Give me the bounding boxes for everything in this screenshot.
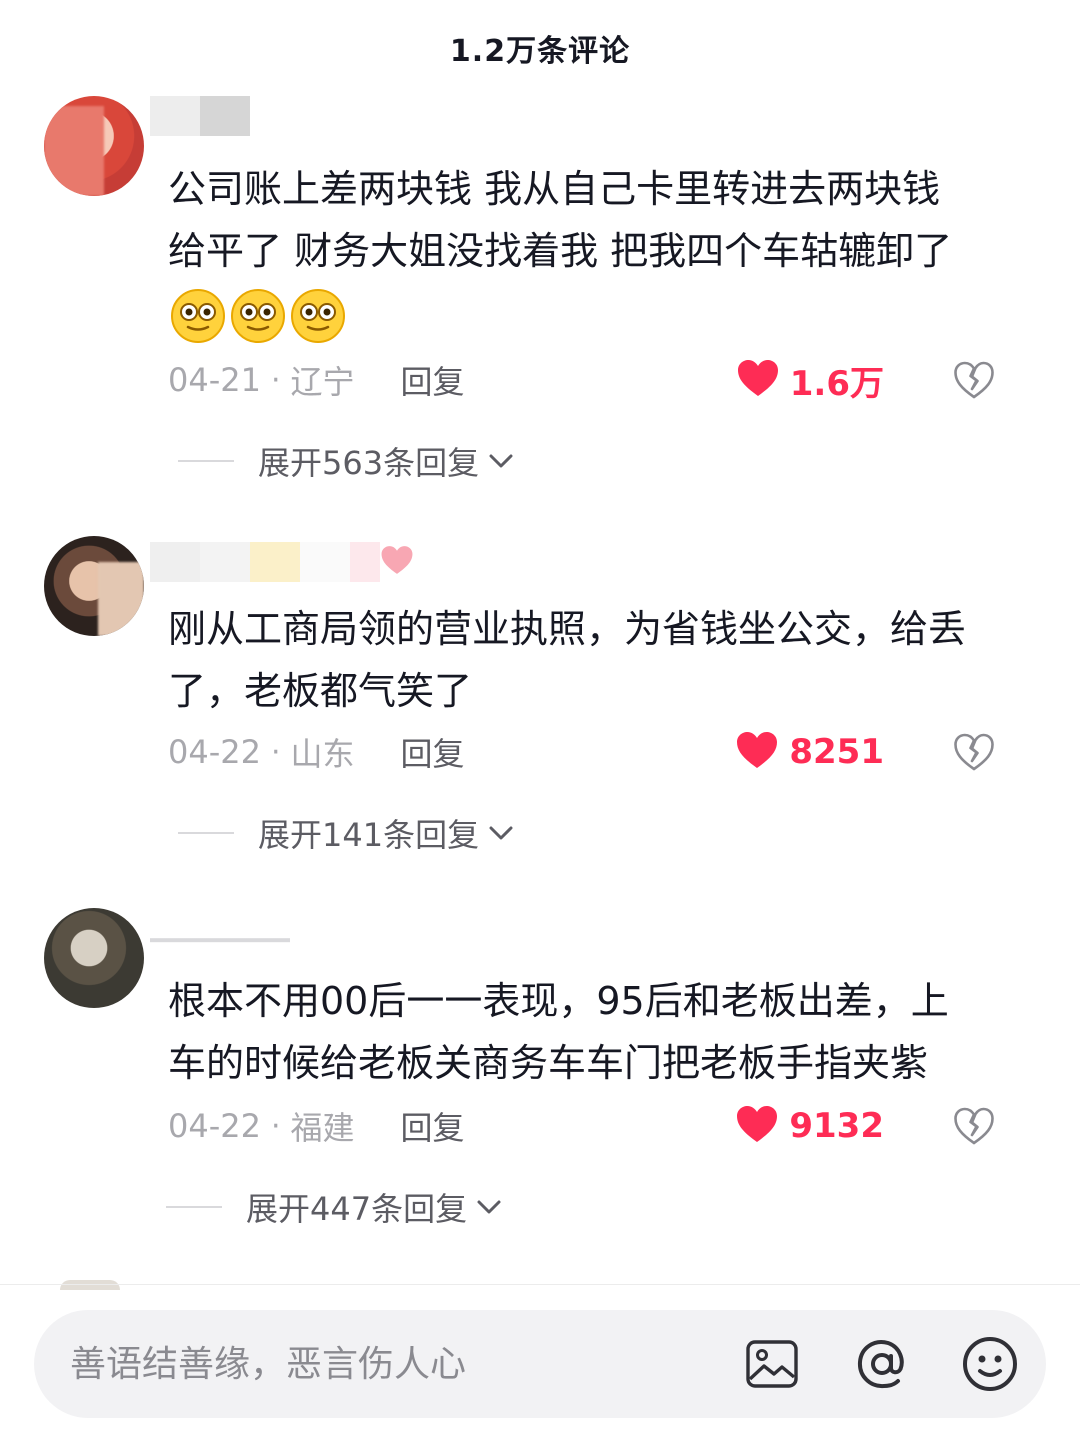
expand-replies-button[interactable]: 展开563条回复 — [178, 436, 515, 486]
comment-meta: 04-22 · 福建 回复 9132 — [168, 1096, 1048, 1156]
comment-text: 根本不用00后一一表现，95后和老板出差，上 车的时候给老板关商务车车门把老板手… — [168, 979, 949, 1085]
dislike-button[interactable] — [950, 1102, 998, 1150]
image-icon[interactable] — [742, 1334, 802, 1394]
username-mosaic — [150, 96, 250, 136]
heart-icon — [735, 1104, 779, 1148]
like-button[interactable]: 9132 — [735, 1104, 884, 1148]
comment-location: 山东 — [290, 735, 355, 773]
dislike-button[interactable] — [950, 356, 998, 404]
reply-button[interactable]: 回复 — [401, 1103, 465, 1149]
username-mosaic — [150, 542, 380, 582]
dislike-button[interactable] — [950, 728, 998, 776]
expand-replies-button[interactable]: 展开447条回复 — [166, 1182, 503, 1232]
comment-text: 公司账上差两块钱 我从自己卡里转进去两块钱 给平了 财务大姐没找着我 把我四个车… — [168, 158, 1048, 346]
chevron-down-icon — [475, 1197, 503, 1217]
reply-button[interactable]: 回复 — [401, 357, 465, 403]
like-button[interactable]: 1.6万 — [736, 356, 884, 405]
comment-date: 04-22 — [168, 1107, 261, 1145]
expand-replies-label: 展开563条回复 — [258, 444, 480, 482]
chevron-down-icon — [487, 823, 515, 843]
username[interactable] — [150, 542, 420, 582]
heart-icon — [736, 358, 780, 402]
username[interactable] — [150, 96, 256, 136]
expand-replies-button[interactable]: 展开141条回复 — [178, 808, 515, 858]
dizzy-face-emoji — [288, 286, 348, 346]
comment-date: 04-21 — [168, 361, 261, 399]
dizzy-face-emoji — [228, 286, 288, 346]
broken-heart-icon — [954, 733, 994, 771]
comment-count-title: 1.2万条评论 — [449, 34, 631, 69]
like-button[interactable]: 8251 — [735, 730, 884, 774]
heart-emoji — [380, 544, 414, 580]
comment-input[interactable] — [70, 1343, 710, 1385]
at-icon[interactable] — [852, 1334, 912, 1394]
comment-meta: 04-21 · 辽宁 回复 1.6万 — [168, 350, 1048, 410]
dizzy-face-emoji — [168, 286, 228, 346]
avatar[interactable] — [44, 536, 144, 636]
divider — [0, 1284, 1080, 1285]
expand-replies-label: 展开447条回复 — [246, 1190, 468, 1228]
comment-location: 辽宁 — [290, 363, 355, 401]
like-count: 1.6万 — [789, 363, 884, 404]
comments-header: 1.2万条评论 — [0, 0, 1080, 96]
emoji-icon[interactable] — [960, 1334, 1020, 1394]
comment-text: 刚从工商局领的营业执照，为省钱坐公交，给丢 了，老板都气笑了 — [168, 607, 967, 713]
like-count: 9132 — [789, 1106, 884, 1146]
expand-replies-label: 展开141条回复 — [258, 816, 480, 854]
comment-location: 福建 — [290, 1109, 355, 1147]
broken-heart-icon — [954, 361, 994, 399]
emoji-row — [168, 286, 1048, 346]
next-comment-avatar — [60, 1280, 120, 1290]
like-count: 8251 — [789, 732, 884, 772]
reply-button[interactable]: 回复 — [401, 729, 465, 775]
broken-heart-icon — [954, 1107, 994, 1145]
avatar[interactable] — [44, 908, 144, 1008]
username[interactable] — [150, 914, 296, 954]
username-mosaic — [150, 914, 290, 954]
avatar[interactable] — [44, 96, 144, 196]
comment-meta: 04-22 · 山东 回复 8251 — [168, 722, 1048, 782]
heart-icon — [735, 730, 779, 774]
comment-date: 04-22 — [168, 733, 261, 771]
chevron-down-icon — [487, 451, 515, 471]
comment-input-bar — [34, 1310, 1046, 1418]
